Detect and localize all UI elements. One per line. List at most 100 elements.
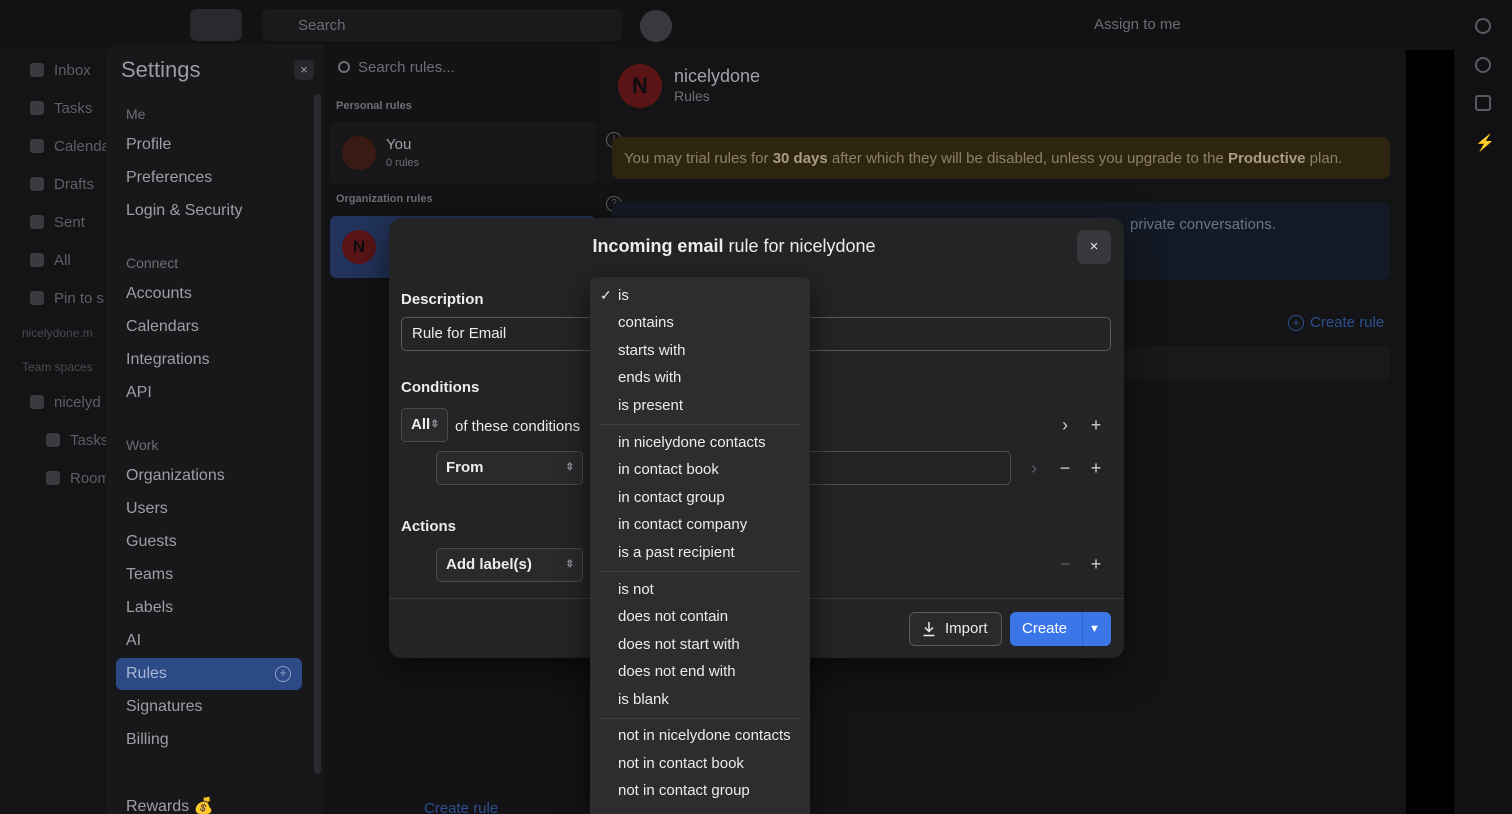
menu-item-is-not[interactable]: is not xyxy=(618,581,654,598)
menu-item-not-in-org-contacts[interactable]: not in nicelydone contacts xyxy=(618,727,791,744)
account-avatar[interactable] xyxy=(640,10,672,42)
actions-label: Actions xyxy=(401,518,457,535)
create-button[interactable]: Create ▼ xyxy=(1010,612,1111,646)
chevron-right-icon[interactable]: › xyxy=(1057,416,1073,434)
menu-item-does-not-end-with[interactable]: does not end with xyxy=(618,663,736,680)
add-rule-icon[interactable]: + xyxy=(275,666,291,682)
modal-title: Incoming email rule for nicelydone xyxy=(592,236,876,256)
settings-item-labels[interactable]: Labels xyxy=(126,599,173,617)
rule-card-personal[interactable]: You 0 rules xyxy=(330,122,596,184)
create-rule-button[interactable]: + Create rule xyxy=(1288,314,1384,331)
settings-item-accounts[interactable]: Accounts xyxy=(126,285,192,303)
settings-item-guests[interactable]: Guests xyxy=(126,533,177,551)
rules-search[interactable]: Search rules... xyxy=(338,59,455,76)
close-icon[interactable]: × xyxy=(1077,230,1111,264)
chevron-down-icon[interactable]: ▼ xyxy=(1089,612,1100,646)
team-spaces-label: Team spaces xyxy=(22,360,93,374)
menu-item-is[interactable]: ✓ is xyxy=(600,287,629,304)
org-avatar: N xyxy=(342,230,376,264)
settings-item-profile[interactable]: Profile xyxy=(126,136,171,154)
menu-item-past-recipient[interactable]: is a past recipient xyxy=(618,544,735,561)
description-label: Description xyxy=(401,291,484,308)
all-icon xyxy=(30,253,44,267)
settings-item-rules-label: Rules xyxy=(126,665,167,682)
menu-item-not-in-contact-group[interactable]: not in contact group xyxy=(618,782,750,799)
settings-item-ai[interactable]: AI xyxy=(126,632,141,650)
nav-inbox[interactable]: Inbox xyxy=(30,62,91,79)
settings-item-login-security[interactable]: Login & Security xyxy=(126,202,243,220)
close-icon[interactable]: × xyxy=(294,60,314,80)
settings-item-billing[interactable]: Billing xyxy=(126,731,169,749)
global-search[interactable]: Search xyxy=(262,9,622,41)
nav-pin[interactable]: Pin to s xyxy=(30,290,104,307)
nav-team-tasks[interactable]: Tasks xyxy=(46,432,108,449)
settings-item-integrations[interactable]: Integrations xyxy=(126,351,210,369)
rules-search-placeholder: Search rules... xyxy=(358,59,455,76)
menu-divider xyxy=(600,424,800,425)
action-select[interactable]: Add label(s) ⇳ xyxy=(436,548,583,582)
settings-sidebar: Settings × Me Profile Preferences Login … xyxy=(106,44,324,814)
nav-drafts[interactable]: Drafts xyxy=(30,176,94,193)
checkmark-icon: ✓ xyxy=(600,287,612,303)
right-rail: ⚡ xyxy=(1454,0,1512,814)
match-mode-select[interactable]: All ⇳ xyxy=(401,408,448,442)
updown-chevron-icon: ⇳ xyxy=(430,419,439,430)
menu-item-in-contact-company[interactable]: in contact company xyxy=(618,516,747,533)
menu-item-does-not-contain[interactable]: does not contain xyxy=(618,608,728,625)
updown-chevron-icon: ⇳ xyxy=(565,559,574,570)
inbox-icon xyxy=(30,63,44,77)
menu-item-does-not-start-with[interactable]: does not start with xyxy=(618,636,740,653)
condition-field-select[interactable]: From ⇳ xyxy=(436,451,583,485)
menu-item-in-contact-book[interactable]: in contact book xyxy=(618,461,719,478)
import-button[interactable]: Import xyxy=(909,612,1002,646)
settings-item-rules[interactable]: Rules + xyxy=(116,658,302,690)
menu-item-contains[interactable]: contains xyxy=(618,314,674,331)
add-action-icon[interactable]: + xyxy=(1088,555,1104,573)
add-condition-icon[interactable]: + xyxy=(1088,459,1104,477)
calendar-icon[interactable] xyxy=(1475,95,1491,111)
menu-item-in-contact-group[interactable]: in contact group xyxy=(618,489,725,506)
menu-item-ends-with[interactable]: ends with xyxy=(618,369,681,386)
org-rules-label: Organization rules xyxy=(336,193,433,205)
nav-calendar[interactable]: Calenda xyxy=(30,138,110,155)
bolt-icon[interactable]: ⚡ xyxy=(1475,133,1495,152)
settings-item-api[interactable]: API xyxy=(126,384,152,402)
menu-item-is-blank[interactable]: is blank xyxy=(618,691,669,708)
remove-condition-icon[interactable]: − xyxy=(1057,459,1073,477)
nav-team[interactable]: nicelyd xyxy=(30,394,101,411)
nav-sent[interactable]: Sent xyxy=(30,214,85,231)
chevron-right-icon[interactable]: › xyxy=(1026,459,1042,477)
menu-item-not-in-contact-book[interactable]: not in contact book xyxy=(618,755,744,772)
sidebar-scrollbar[interactable] xyxy=(314,94,321,774)
room-icon xyxy=(46,471,60,485)
assign-to-me-button[interactable]: Assign to me xyxy=(1094,16,1181,33)
add-condition-group-icon[interactable]: + xyxy=(1088,416,1104,434)
settings-item-organizations[interactable]: Organizations xyxy=(126,467,225,485)
settings-item-calendars[interactable]: Calendars xyxy=(126,318,199,336)
menu-item-starts-with[interactable]: starts with xyxy=(618,342,686,359)
compose-button[interactable] xyxy=(190,9,242,41)
menu-item-is-present[interactable]: is present xyxy=(618,397,683,414)
match-mode-suffix: of these conditions xyxy=(455,418,581,435)
condition-value-field[interactable] xyxy=(799,451,1011,485)
rules-create-button[interactable]: Create rule xyxy=(424,800,498,814)
nav-all[interactable]: All xyxy=(30,252,71,269)
settings-item-signatures[interactable]: Signatures xyxy=(126,698,203,716)
section-work: Work xyxy=(126,437,159,453)
remove-action-icon[interactable]: − xyxy=(1057,555,1073,573)
personal-rules-label: Personal rules xyxy=(336,100,412,112)
menu-item-in-org-contacts[interactable]: in nicelydone contacts xyxy=(618,434,766,451)
plus-circle-icon: + xyxy=(1288,315,1304,331)
check-icon[interactable] xyxy=(1475,57,1491,73)
settings-item-users[interactable]: Users xyxy=(126,500,168,518)
avatar xyxy=(342,136,376,170)
menu-divider xyxy=(600,718,800,719)
settings-item-preferences[interactable]: Preferences xyxy=(126,169,212,187)
sent-icon xyxy=(30,215,44,229)
nav-team-room[interactable]: Room xyxy=(46,470,110,487)
nav-tasks[interactable]: Tasks xyxy=(30,100,92,117)
settings-item-rewards[interactable]: Rewards 💰 xyxy=(126,796,214,814)
org-name: nicelydone xyxy=(674,66,761,86)
settings-item-teams[interactable]: Teams xyxy=(126,566,173,584)
info-icon[interactable] xyxy=(1475,18,1491,34)
